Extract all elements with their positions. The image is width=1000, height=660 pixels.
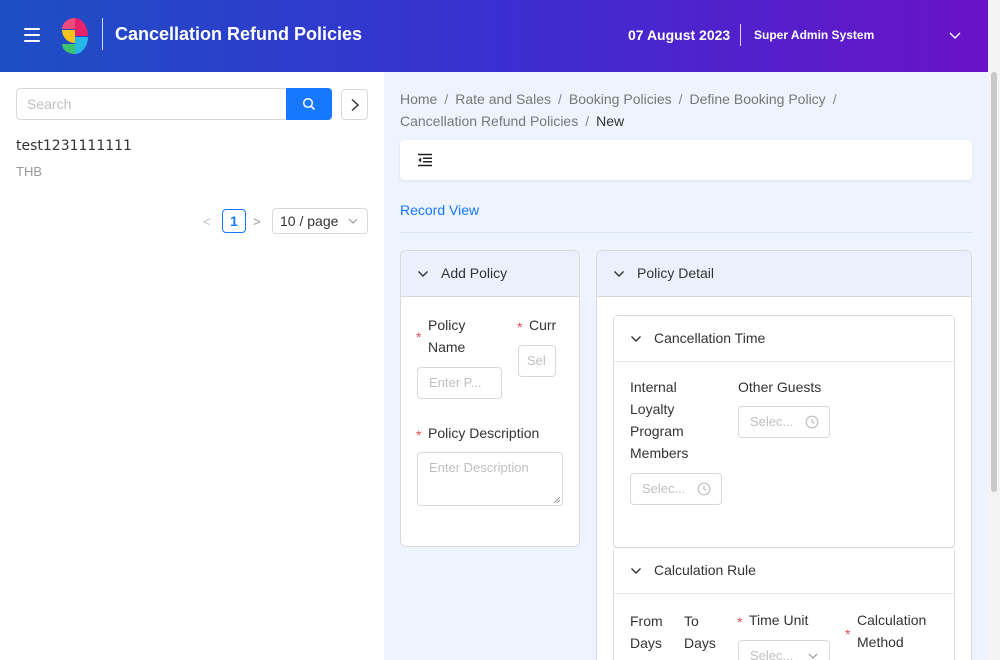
required-mark: * (737, 614, 743, 630)
calculation-method-label: Calculation Method (857, 612, 927, 650)
time-unit-label: Time Unit (749, 612, 809, 628)
chevron-down-icon[interactable] (948, 28, 962, 42)
from-days-label: From Days (630, 613, 663, 651)
other-guests-label: Other Guests (738, 379, 822, 395)
loyalty-members-time-picker[interactable]: Selec... (630, 473, 722, 505)
add-policy-title: Add Policy (441, 265, 508, 281)
loyalty-members-label: Internal Loyalty Program Members (630, 379, 689, 461)
add-policy-header[interactable]: Add Policy (401, 251, 579, 297)
calculation-rule-header[interactable]: Calculation Rule (614, 548, 954, 594)
user-name[interactable]: Super Admin System (754, 28, 874, 42)
other-guests-time-picker[interactable]: Selec... (738, 406, 830, 438)
clock-icon (805, 415, 819, 429)
page-scrollbar[interactable] (988, 0, 1000, 660)
page-size-value: 10 / page (280, 213, 339, 229)
chevron-down-icon (348, 218, 358, 224)
chevron-down-icon (614, 271, 624, 277)
menu-icon[interactable] (24, 28, 40, 42)
breadcrumb-item[interactable]: Rate and Sales (455, 91, 551, 107)
breadcrumb-item[interactable]: Booking Policies (569, 91, 672, 107)
calculation-rule-section: Calculation Rule From Days To Days * Tim… (613, 547, 955, 660)
menu-fold-icon[interactable] (417, 153, 433, 167)
list-item-currency: THB (16, 164, 42, 179)
search-input[interactable] (16, 88, 287, 120)
policy-name-input[interactable]: Enter P... (417, 367, 502, 399)
pagination-current-page[interactable]: 1 (222, 209, 246, 233)
policy-detail-header[interactable]: Policy Detail (597, 251, 971, 297)
chevron-right-icon (350, 98, 359, 111)
breadcrumb-item[interactable]: Define Booking Policy (690, 91, 826, 107)
divider (400, 232, 972, 233)
required-mark: * (416, 329, 422, 345)
currency-label: Curr (529, 317, 557, 333)
time-unit-select[interactable]: Selec... (738, 640, 830, 660)
expand-panel-button[interactable] (341, 89, 368, 120)
page-title: Cancellation Refund Policies (115, 24, 363, 44)
main-content: Home / Rate and Sales / Booking Policies / Def… (384, 72, 988, 660)
app-header: Cancellation Refund Policies 07 August 2… (0, 0, 988, 72)
cancellation-time-section: Cancellation Time Internal Loyalty Progr… (613, 315, 955, 548)
app-logo (62, 18, 88, 54)
list-item[interactable]: test1231111111 (16, 138, 132, 154)
policy-description-textarea[interactable]: Enter Description (417, 452, 563, 506)
breadcrumb-current: New (596, 113, 625, 129)
page-size-select[interactable]: 10 / page (272, 208, 368, 234)
cancellation-time-title: Cancellation Time (654, 330, 766, 346)
header-divider (740, 24, 741, 46)
header-date: 07 August 2023 (628, 27, 731, 43)
policy-description-label: Policy Description (428, 425, 540, 441)
scrollbar-thumb[interactable] (991, 72, 997, 492)
required-mark: * (416, 427, 422, 443)
required-mark: * (845, 626, 851, 642)
add-policy-card: Add Policy * Policy Name * Curr Enter P.… (400, 250, 580, 547)
record-list-panel: test1231111111 THB < 1 > 10 / page (0, 72, 384, 660)
chevron-down-icon (808, 653, 818, 659)
to-days-label: To Days (684, 613, 716, 651)
resize-handle-icon[interactable] (553, 496, 561, 504)
toolbar (400, 140, 972, 180)
breadcrumb-item[interactable]: Home (400, 91, 437, 107)
required-mark: * (517, 319, 523, 335)
policy-detail-title: Policy Detail (637, 265, 715, 281)
clock-icon (697, 482, 711, 496)
pagination-next-icon[interactable]: > (253, 214, 261, 229)
policy-name-label: Policy Name (428, 317, 466, 355)
other-guests-placeholder: Selec... (750, 414, 794, 429)
time-unit-placeholder: Selec... (750, 648, 794, 660)
chevron-down-icon (418, 271, 428, 277)
search-button[interactable] (286, 88, 332, 120)
breadcrumb: Home / Rate and Sales / Booking Policies / Def… (400, 91, 837, 129)
cancellation-time-header[interactable]: Cancellation Time (614, 316, 954, 362)
chevron-down-icon (631, 568, 641, 574)
record-view-link[interactable]: Record View (400, 202, 479, 218)
search-icon (302, 97, 316, 111)
chevron-down-icon (631, 336, 641, 342)
loyalty-members-placeholder: Selec... (642, 481, 686, 496)
breadcrumb-item[interactable]: Cancellation Refund Policies (400, 113, 578, 129)
calculation-rule-title: Calculation Rule (654, 562, 756, 578)
header-divider (102, 18, 103, 50)
policy-detail-card: Policy Detail Cancellation Time Internal… (596, 250, 972, 660)
currency-select[interactable]: Sel (518, 345, 556, 377)
pagination-prev-icon[interactable]: < (203, 214, 211, 229)
